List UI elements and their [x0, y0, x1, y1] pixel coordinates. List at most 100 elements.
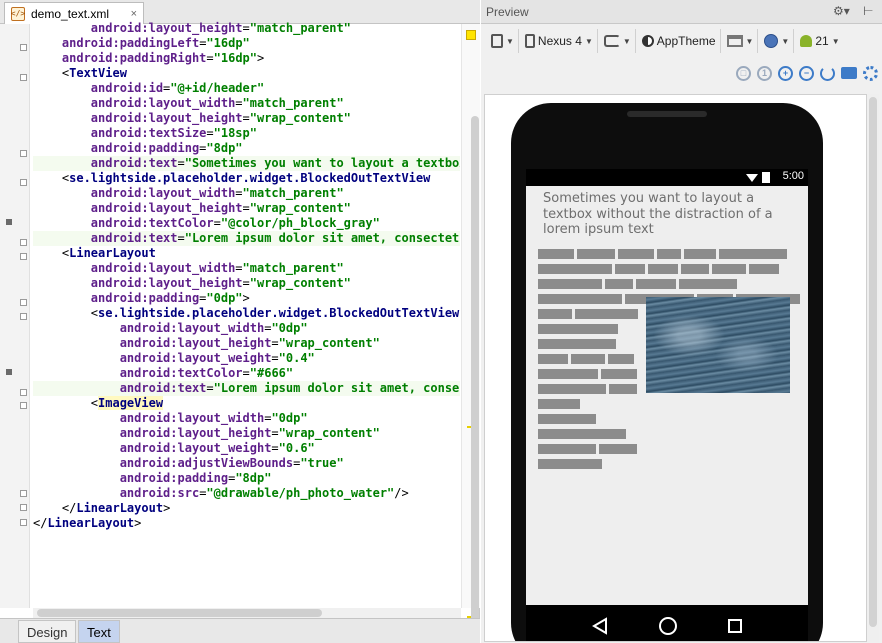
zoom-actual-icon[interactable]: 1: [757, 65, 772, 81]
code-line: android:padding="8dp": [119, 471, 272, 485]
code-line: android:layout_weight="0.6": [119, 441, 315, 455]
chevron-down-icon: ▼: [745, 36, 754, 46]
code-line: android:layout_width="match_parent": [90, 261, 344, 275]
navigation-bar: [526, 605, 808, 641]
fold-marker[interactable]: [20, 179, 27, 186]
code-line: android:layout_height="wrap_content": [90, 201, 351, 215]
hide-panel-icon[interactable]: ⊢: [863, 4, 873, 18]
theme-selector[interactable]: AppTheme: [638, 29, 721, 53]
fold-marker[interactable]: [20, 402, 27, 409]
preview-toolbar: ▼ Nexus 4 ▼ ▼ AppTheme ▼ ▼ 21 ▼: [481, 25, 882, 57]
device-screen: 5:00 Sometimes you want to layout a text…: [526, 169, 808, 605]
xml-file-icon: </>: [11, 6, 25, 21]
code-line: android:text="Lorem ipsum dolor sit amet…: [33, 381, 460, 396]
device-name: Nexus 4: [537, 34, 582, 48]
code-line: android:layout_width="0dp": [119, 411, 308, 425]
fold-marker[interactable]: [20, 490, 27, 497]
warning-indicator-icon[interactable]: [466, 30, 476, 40]
status-bar: 5:00: [526, 169, 808, 186]
code-line: </LinearLayout>: [33, 516, 142, 530]
code-line: android:layout_width="match_parent": [90, 186, 344, 200]
tab-text[interactable]: Text: [78, 620, 120, 643]
earpiece: [627, 111, 707, 117]
chevron-down-icon: ▼: [831, 36, 840, 46]
water-photo-image: [646, 297, 790, 393]
fold-marker[interactable]: [20, 299, 27, 306]
settings-gear-icon[interactable]: ⚙▾: [833, 4, 850, 18]
activity-selector[interactable]: ▼: [723, 29, 759, 53]
fold-marker[interactable]: [20, 74, 27, 81]
camera-icon[interactable]: [841, 67, 857, 79]
code-line: android:textColor="#666": [119, 366, 294, 380]
fold-marker[interactable]: [20, 150, 27, 157]
fold-marker[interactable]: [20, 519, 27, 526]
editor-vertical-scrollbar[interactable]: [471, 116, 479, 626]
scrollbar-thumb[interactable]: [869, 97, 877, 627]
code-line: <TextView: [33, 66, 127, 80]
chevron-down-icon: ▼: [506, 36, 514, 46]
code-line: android:textSize="18sp": [90, 126, 257, 140]
code-line: android:layout_width="match_parent": [90, 96, 344, 110]
editor-horizontal-scrollbar[interactable]: [33, 608, 461, 618]
gutter-marker: [6, 369, 12, 375]
code-line: android:padding="0dp">: [90, 291, 250, 305]
code-line: android:text="Lorem ipsum dolor sit amet…: [33, 231, 460, 246]
fold-marker[interactable]: [20, 504, 27, 511]
locale-selector[interactable]: ▼: [760, 29, 795, 53]
code-line: android:text="Sometimes you want to layo…: [33, 156, 460, 171]
battery-icon: [762, 172, 770, 183]
api-level: 21: [815, 34, 829, 48]
phone-icon: [524, 34, 535, 48]
fold-marker[interactable]: [20, 239, 27, 246]
layout-icon: [726, 35, 743, 47]
preview-vertical-scrollbar[interactable]: [867, 94, 879, 642]
close-tab-icon[interactable]: ×: [131, 8, 137, 20]
xml-editor-pane[interactable]: </> demo_text.xml × android:layout_heigh…: [0, 0, 480, 643]
editor-marker-bar[interactable]: [461, 24, 480, 626]
code-line: android:id="@+id/header": [90, 81, 265, 95]
fold-marker[interactable]: [20, 389, 27, 396]
wifi-icon: [746, 174, 758, 182]
code-line: <ImageView: [33, 396, 164, 410]
fold-marker[interactable]: [20, 44, 27, 51]
editor-mode-tabs: Design Text: [0, 618, 480, 643]
code-line: android:layout_width="0dp": [119, 321, 308, 335]
status-clock: 5:00: [782, 170, 804, 182]
recents-icon[interactable]: [727, 618, 743, 634]
code-line: android:src="@drawable/ph_photo_water"/>: [119, 486, 409, 500]
fold-marker[interactable]: [20, 253, 27, 260]
zoom-out-icon[interactable]: −: [799, 65, 814, 81]
home-icon[interactable]: [658, 616, 678, 636]
code-area[interactable]: android:layout_height="match_parent" and…: [33, 21, 460, 607]
preview-canvas[interactable]: 5:00 Sometimes you want to layout a text…: [484, 94, 867, 642]
gutter-marker: [6, 219, 12, 225]
device-icon: [491, 34, 503, 48]
code-line: android:layout_height="match_parent": [90, 21, 351, 35]
refresh-icon[interactable]: [820, 65, 835, 81]
code-line: <se.lightside.placeholder.widget.Blocked…: [33, 171, 431, 185]
theme-icon: [641, 35, 654, 47]
zoom-toolbar: □ 1 + −: [736, 63, 878, 83]
back-icon[interactable]: [591, 617, 609, 635]
tab-design[interactable]: Design: [18, 620, 77, 643]
fold-marker[interactable]: [20, 313, 27, 320]
code-line: android:layout_height="wrap_content": [119, 336, 380, 350]
editor-gutter: [0, 24, 30, 608]
orientation-button[interactable]: ▼: [600, 29, 636, 53]
gear-icon[interactable]: [863, 65, 878, 81]
device-selector[interactable]: Nexus 4 ▼: [521, 29, 598, 53]
zoom-fit-icon[interactable]: □: [736, 65, 751, 81]
android-icon: [800, 35, 813, 47]
header-textview: Sometimes you want to layout a textbox w…: [543, 191, 773, 237]
code-line: android:layout_height="wrap_content": [90, 111, 351, 125]
code-line: <se.lightside.placeholder.widget.Blocked…: [33, 306, 460, 320]
preview-title-bar: Preview ⚙▾ ⊢: [481, 0, 882, 24]
preview-title: Preview: [486, 5, 529, 19]
zoom-in-icon[interactable]: +: [778, 65, 793, 81]
scrollbar-thumb[interactable]: [37, 609, 322, 617]
code-line: android:adjustViewBounds="true": [119, 456, 344, 470]
api-level-selector[interactable]: 21 ▼: [796, 29, 843, 53]
file-tab-label: demo_text.xml: [31, 6, 110, 21]
device-config-button[interactable]: ▼: [487, 29, 519, 53]
code-line: android:layout_weight="0.4": [119, 351, 315, 365]
